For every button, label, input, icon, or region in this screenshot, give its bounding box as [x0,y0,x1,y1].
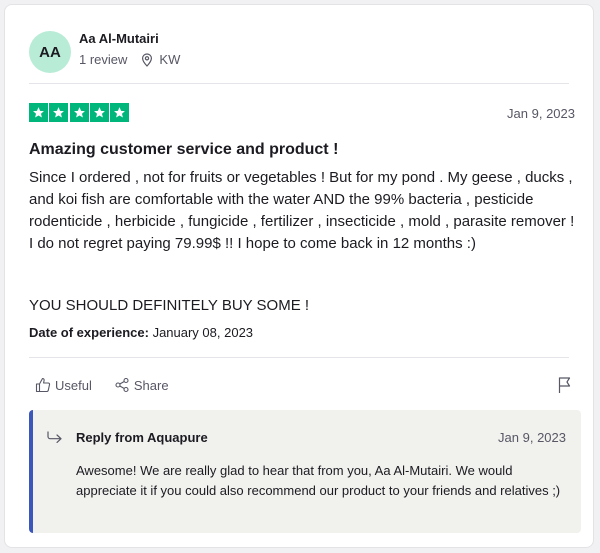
header-divider [29,83,569,84]
review-card: AA Aa Al-Mutairi 1 review KW Jan 9, 2023… [4,4,594,548]
share-button[interactable]: Share [114,377,169,393]
reply-date: Jan 9, 2023 [498,430,566,445]
star-icon [89,103,109,122]
useful-button[interactable]: Useful [35,377,92,393]
review-title[interactable]: Amazing customer service and product ! [29,141,338,159]
reviewer-location: KW [141,52,180,67]
review-date: Jan 9, 2023 [507,106,575,121]
review-body: Since I ordered , not for fruits or vege… [29,169,575,252]
reviewer-meta: 1 review KW [79,52,180,67]
star-icon [110,103,130,122]
country-code: KW [159,52,181,67]
star-icon [69,103,89,122]
avatar[interactable]: AA [29,31,71,73]
report-flag-button[interactable] [557,376,573,399]
reply-title: Reply from Aquapure [76,430,208,445]
review-actions: Useful Share [35,377,191,393]
reply-arrow-icon [47,431,62,443]
review-count: 1 review [79,52,128,67]
useful-label: Useful [55,377,92,393]
company-reply: Reply from Aquapure Jan 9, 2023 Awesome!… [29,410,581,533]
share-icon [115,377,129,393]
experience-date: January 08, 2023 [152,325,254,340]
flag-icon [558,377,571,393]
experience-label: Date of experience: [29,325,149,340]
date-of-experience: Date of experience: January 08, 2023 [29,325,253,340]
share-label: Share [133,377,169,393]
star-icon [29,103,48,122]
star-icon [49,103,69,122]
actions-divider [29,357,569,358]
review-closing: YOU SHOULD DEFINITELY BUY SOME ! [29,297,310,314]
thumbs-up-icon [35,377,51,393]
star-rating [29,103,130,122]
reply-text: Awesome! We are really glad to hear that… [76,463,561,498]
location-pin-icon [142,52,153,67]
reviewer-name[interactable]: Aa Al-Mutairi [79,31,159,46]
